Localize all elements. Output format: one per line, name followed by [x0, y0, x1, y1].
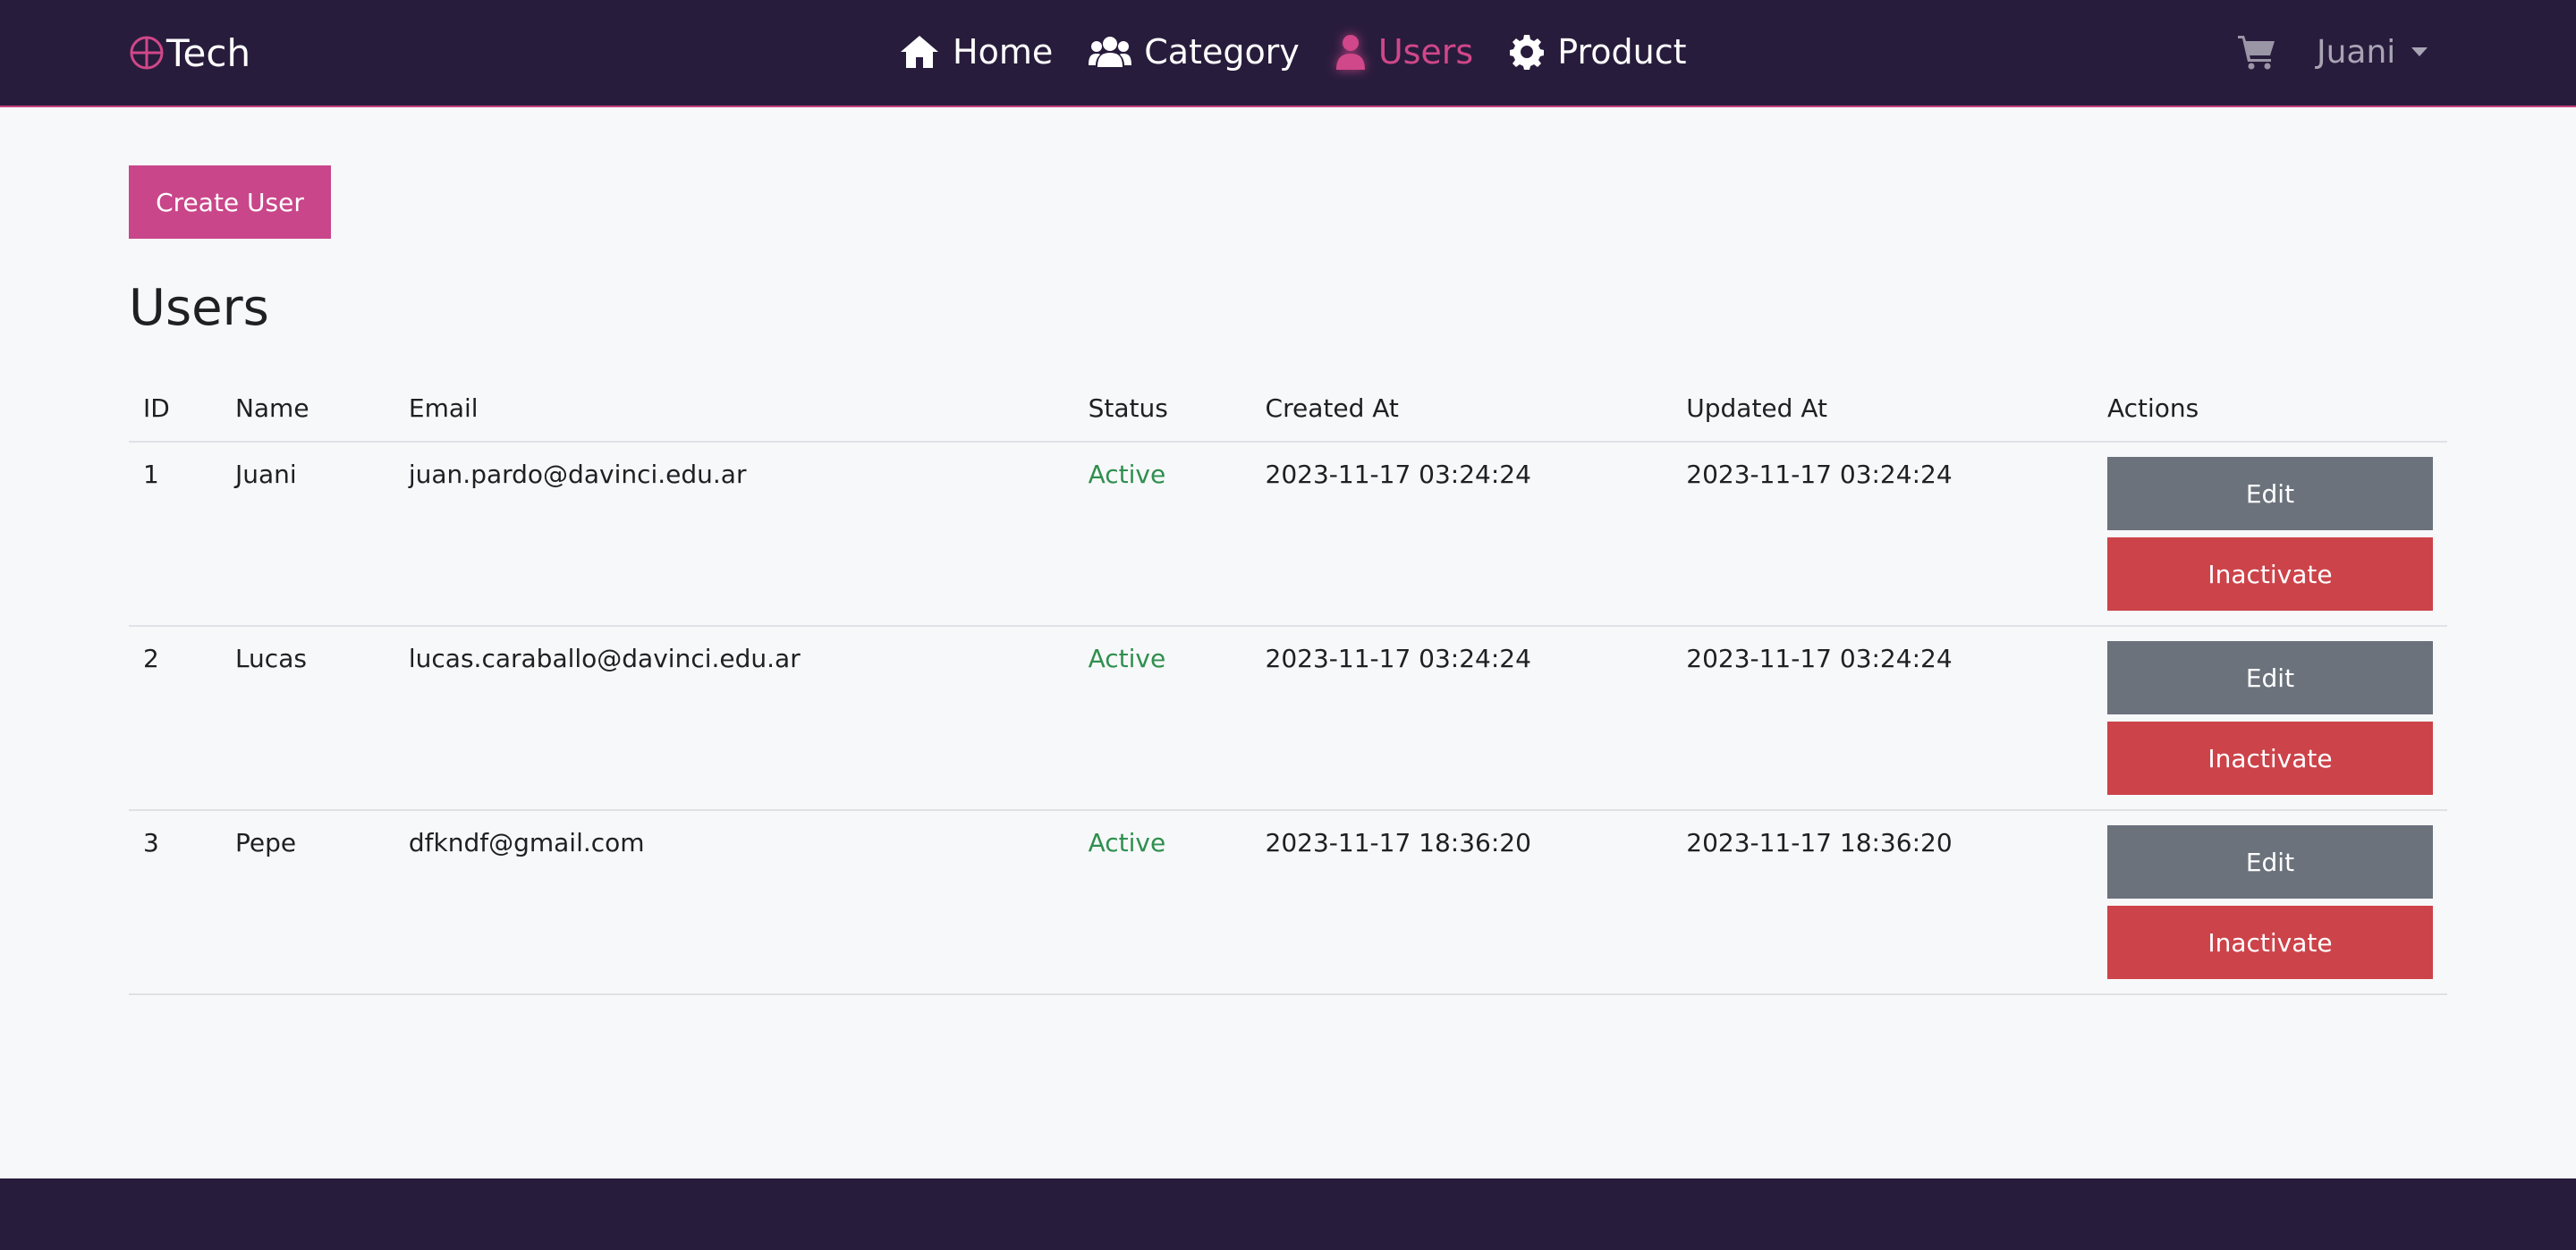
- user-icon: [1335, 35, 1365, 70]
- inactivate-button[interactable]: Inactivate: [2106, 537, 2433, 611]
- nav-category-label: Category: [1144, 32, 1300, 72]
- navbar: Tech Home Category Users Product Juani: [0, 0, 2576, 107]
- column-header-id: ID: [129, 376, 221, 443]
- cell-actions: Edit Inactivate: [2092, 810, 2447, 995]
- users-table: ID Name Email Status Created At Updated …: [129, 376, 2447, 995]
- nav-users-label: Users: [1377, 32, 1474, 72]
- cell-actions: Edit Inactivate: [2092, 626, 2447, 811]
- cell-name: Juani: [220, 442, 394, 627]
- chevron-down-icon: [2411, 47, 2428, 56]
- nav-category[interactable]: Category: [1089, 32, 1300, 72]
- create-user-button[interactable]: Create User: [129, 165, 331, 239]
- gear-icon: [1510, 35, 1545, 70]
- cell-created-at: 2023-11-17 03:24:24: [1250, 626, 1673, 811]
- cell-id: 1: [129, 442, 221, 627]
- cell-updated-at: 2023-11-17 18:36:20: [1672, 810, 2093, 995]
- cell-updated-at: 2023-11-17 03:24:24: [1672, 442, 2093, 627]
- column-header-name: Name: [220, 376, 394, 443]
- cell-id: 3: [129, 810, 221, 995]
- column-header-actions: Actions: [2092, 376, 2447, 443]
- nav-product-label: Product: [1557, 32, 1687, 72]
- cell-created-at: 2023-11-17 03:24:24: [1250, 442, 1673, 627]
- edit-button[interactable]: Edit: [2106, 457, 2433, 530]
- cart-glyph: [2238, 36, 2275, 70]
- cell-updated-at: 2023-11-17 03:24:24: [1672, 626, 2093, 811]
- brand-logo[interactable]: Tech: [129, 27, 250, 79]
- table-header-row: ID Name Email Status Created At Updated …: [129, 376, 2447, 443]
- user-dropdown[interactable]: Juani: [2317, 29, 2428, 75]
- nav-users[interactable]: Users: [1335, 32, 1473, 72]
- home-icon: [901, 36, 938, 68]
- cell-name: Lucas: [220, 626, 394, 811]
- cell-actions: Edit Inactivate: [2092, 442, 2447, 627]
- cell-created-at: 2023-11-17 18:36:20: [1250, 810, 1673, 995]
- crosshair-logo-icon: [130, 36, 164, 70]
- inactivate-button[interactable]: Inactivate: [2106, 906, 2433, 979]
- main-nav: Home Category Users Product: [899, 25, 1687, 79]
- cell-email: dfkndf@gmail.com: [394, 810, 1074, 995]
- users-group-icon: [1089, 37, 1132, 67]
- cell-email: juan.pardo@davinci.edu.ar: [394, 442, 1074, 627]
- table-row: 1 Juani juan.pardo@davinci.edu.ar Active…: [129, 442, 2447, 627]
- brand-name: Tech: [166, 30, 251, 75]
- cart-icon[interactable]: [2238, 34, 2275, 70]
- page-title: Users: [129, 279, 269, 337]
- user-name: Juani: [2317, 33, 2396, 71]
- table-row: 2 Lucas lucas.caraballo@davinci.edu.ar A…: [129, 626, 2447, 811]
- cell-id: 2: [129, 626, 221, 811]
- cell-name: Pepe: [220, 810, 394, 995]
- cell-status: Active: [1073, 442, 1251, 627]
- nav-product[interactable]: Product: [1509, 32, 1687, 72]
- column-header-created-at: Created At: [1250, 376, 1673, 443]
- cell-email: lucas.caraballo@davinci.edu.ar: [394, 626, 1074, 811]
- edit-button[interactable]: Edit: [2106, 641, 2433, 714]
- table-row: 3 Pepe dfkndf@gmail.com Active 2023-11-1…: [129, 810, 2447, 995]
- edit-button[interactable]: Edit: [2106, 825, 2433, 899]
- column-header-email: Email: [394, 376, 1074, 443]
- cell-status: Active: [1073, 626, 1251, 811]
- footer: [0, 1178, 2576, 1250]
- nav-home-label: Home: [953, 32, 1054, 72]
- cell-status: Active: [1073, 810, 1251, 995]
- column-header-updated-at: Updated At: [1672, 376, 2093, 443]
- column-header-status: Status: [1073, 376, 1251, 443]
- nav-home[interactable]: Home: [899, 32, 1053, 72]
- inactivate-button[interactable]: Inactivate: [2106, 722, 2433, 795]
